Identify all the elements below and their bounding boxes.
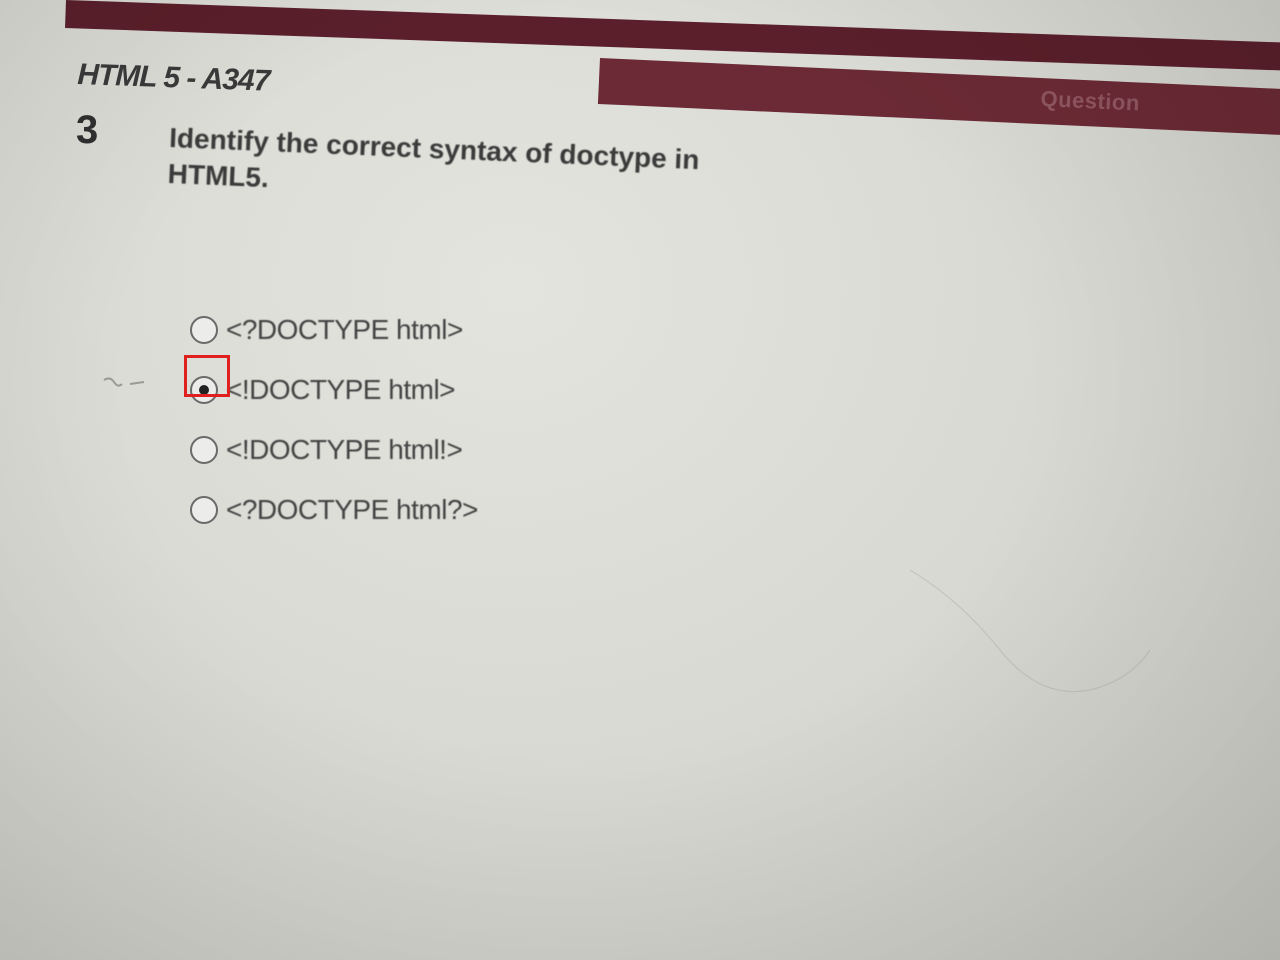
option-2[interactable]: <!DOCTYPE html> xyxy=(190,360,690,420)
option-3[interactable]: <!DOCTYPE html!> xyxy=(190,420,690,480)
option-label: <?DOCTYPE html> xyxy=(226,314,463,345)
radio-button[interactable] xyxy=(190,436,218,464)
radio-button[interactable] xyxy=(190,496,218,524)
exam-title: HTML 5 - A347 xyxy=(76,58,270,98)
header-bar-label: Question xyxy=(1040,86,1141,116)
option-label: <!DOCTYPE html> xyxy=(226,374,456,405)
option-4[interactable]: <?DOCTYPE html?> xyxy=(190,480,690,540)
selection-highlight-box xyxy=(184,355,230,397)
option-label: <!DOCTYPE html!> xyxy=(226,434,463,465)
pointer-mark-icon xyxy=(103,377,145,387)
answer-options: <?DOCTYPE html> <!DOCTYPE html> <!DOCTYP… xyxy=(184,300,690,540)
question-header-bar: Question xyxy=(597,58,1280,136)
option-label: <?DOCTYPE html?> xyxy=(226,494,478,525)
photo-of-screen: Question HTML 5 - A347 3 Identify the co… xyxy=(0,0,1280,960)
option-1[interactable]: <?DOCTYPE html> xyxy=(190,300,690,360)
screen-scratch xyxy=(909,569,1151,693)
top-border-strip xyxy=(65,0,1280,71)
question-number: 3 xyxy=(76,108,99,152)
question-text: Identify the correct syntax of doctype i… xyxy=(167,121,701,194)
radio-button[interactable] xyxy=(190,316,218,344)
